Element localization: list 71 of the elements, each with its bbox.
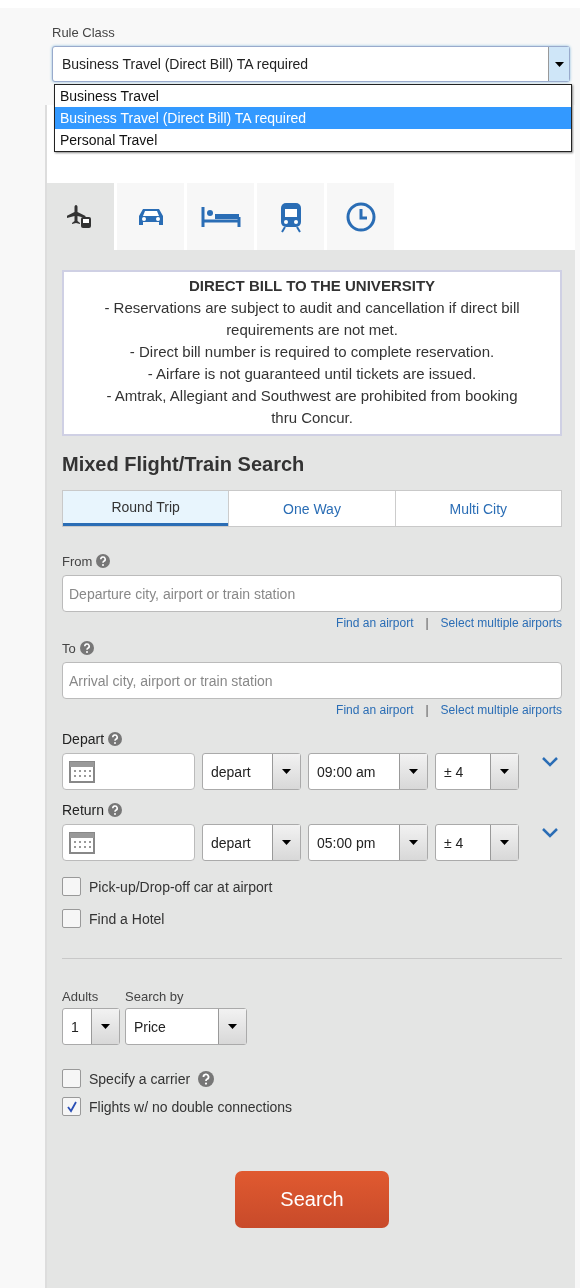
link[interactable]: Select multiple airports xyxy=(440,703,562,717)
time-window-select[interactable]: ± 4 xyxy=(435,824,519,861)
bed-icon xyxy=(200,204,241,229)
link[interactable]: Select multiple airports xyxy=(440,616,562,630)
train-icon xyxy=(278,200,303,233)
caret-icon xyxy=(282,769,291,774)
help-icon[interactable] xyxy=(198,1070,215,1087)
link[interactable]: Find an airport xyxy=(336,703,414,717)
field-label: Adults xyxy=(62,989,100,1004)
notice-text: - Direct bill number is required to complete reservation. xyxy=(128,342,496,362)
dropdown-option[interactable]: Business Travel xyxy=(55,85,571,107)
clock-icon xyxy=(344,200,377,233)
help-icon[interactable] xyxy=(79,641,94,655)
chevron-down-icon[interactable] xyxy=(542,828,558,838)
help-icon[interactable] xyxy=(96,554,111,568)
time-select[interactable]: 09:00 am xyxy=(308,753,428,790)
caret-icon xyxy=(554,61,564,67)
checkbox-label: Find a Hotel xyxy=(89,910,165,927)
caret-icon xyxy=(409,769,418,774)
help-icon[interactable] xyxy=(108,803,123,817)
checkbox-label: Pick-up/Drop-off car at airport xyxy=(89,878,273,895)
trip-type-tab[interactable]: Round Trip xyxy=(63,491,229,526)
mode-tab[interactable] xyxy=(47,183,114,250)
help-icon[interactable] xyxy=(108,732,123,746)
time-select[interactable]: 05:00 pm xyxy=(308,824,428,861)
notice-title: DIRECT BILL TO THE UNIVERSITY xyxy=(187,276,437,296)
location-input[interactable]: Arrival city, airport or train station xyxy=(62,662,562,699)
checkbox[interactable] xyxy=(62,909,81,928)
date-input[interactable] xyxy=(62,753,195,790)
caret-icon xyxy=(409,840,418,845)
mode-tab[interactable] xyxy=(187,183,254,250)
separator: | xyxy=(425,703,429,717)
field-label: Rule Class xyxy=(52,25,116,40)
date-input[interactable] xyxy=(62,824,195,861)
caret-icon xyxy=(228,1024,237,1029)
adults-select[interactable]: 1 xyxy=(62,1008,120,1045)
checkbox[interactable] xyxy=(62,877,81,896)
checkbox-label: Specify a carrier xyxy=(89,1070,191,1087)
field-label: From xyxy=(62,553,93,569)
field-label: Depart xyxy=(62,731,105,747)
separator: | xyxy=(425,616,429,630)
notice-text: - Reservations are subject to audit and cancellation if direct bill requirements are not met. xyxy=(103,298,521,340)
caret-icon xyxy=(500,769,509,774)
mode-tab[interactable] xyxy=(327,183,394,250)
dropdown-option[interactable]: Personal Travel xyxy=(55,129,571,151)
caret-icon xyxy=(282,840,291,845)
link[interactable]: Find an airport xyxy=(336,616,414,630)
mode-tab[interactable] xyxy=(117,183,184,250)
section-heading: Mixed Flight/Train Search xyxy=(62,453,306,476)
checkbox[interactable] xyxy=(62,1069,81,1088)
checkmark-icon xyxy=(65,1100,78,1113)
depart-arrive-select[interactable]: depart xyxy=(202,753,301,790)
field-label: Return xyxy=(62,802,105,818)
calendar-icon xyxy=(69,831,95,854)
rule-class-select[interactable]: Business Travel (Direct Bill) TA required xyxy=(52,46,570,82)
search-by-select[interactable]: Price xyxy=(125,1008,247,1045)
search-button[interactable]: Search xyxy=(235,1171,389,1228)
calendar-icon xyxy=(69,760,95,783)
field-label: To xyxy=(62,640,76,656)
time-window-select[interactable]: ± 4 xyxy=(435,753,519,790)
caret-icon xyxy=(101,1024,110,1029)
checkbox[interactable] xyxy=(62,1097,81,1116)
field-label: Search by xyxy=(125,989,185,1004)
chevron-down-icon[interactable] xyxy=(542,757,558,767)
depart-arrive-select[interactable]: depart xyxy=(202,824,301,861)
mode-tab[interactable] xyxy=(257,183,324,250)
checkbox-label: Flights w/ no double connections xyxy=(89,1098,293,1115)
location-input[interactable]: Departure city, airport or train station xyxy=(62,575,562,612)
notice-text: - Amtrak, Allegiant and Southwest are prohibited from booking thru Concur. xyxy=(105,386,519,428)
notice-text: - Airfare is not guaranteed until tickets are issued. xyxy=(146,364,478,384)
caret-icon xyxy=(500,840,509,845)
